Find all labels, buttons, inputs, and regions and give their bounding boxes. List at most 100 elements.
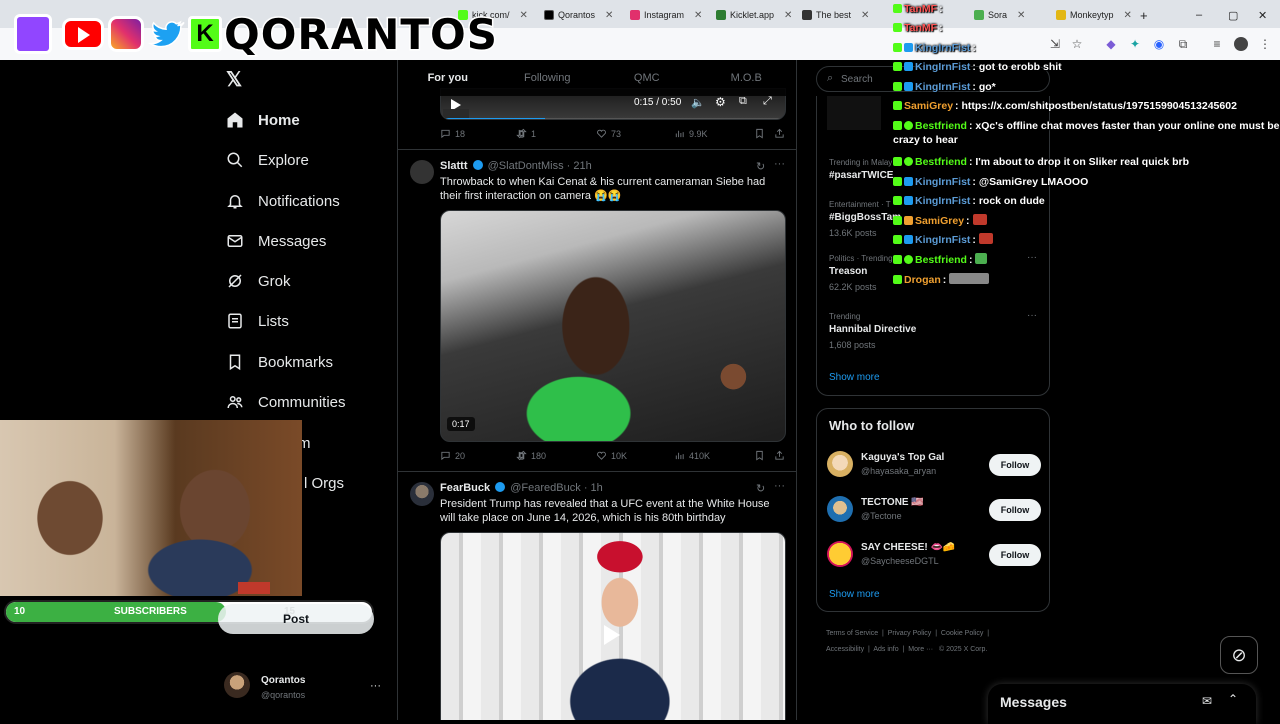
search-input[interactable]: Search bbox=[841, 74, 873, 85]
post-video[interactable] bbox=[440, 532, 786, 720]
tab-following[interactable]: Following bbox=[498, 60, 598, 96]
post-header: FearBuck @FearedBuck · 1h bbox=[440, 482, 603, 494]
like-button[interactable]: 73 bbox=[596, 128, 621, 139]
reply-button[interactable]: 20 bbox=[440, 450, 465, 461]
emote-icon bbox=[975, 253, 988, 264]
footer-link[interactable]: Terms of Service bbox=[826, 630, 878, 637]
repost-button[interactable]: 1 bbox=[516, 128, 536, 139]
new-message-icon[interactable]: ✉ bbox=[1202, 694, 1212, 708]
account-more-icon[interactable]: ··· bbox=[370, 680, 381, 692]
sub-badge-icon bbox=[904, 235, 913, 244]
suggestion-avatar[interactable] bbox=[827, 541, 853, 567]
follow-button[interactable]: Follow bbox=[989, 499, 1041, 521]
share-button[interactable] bbox=[774, 450, 785, 461]
more-icon[interactable]: ··· bbox=[774, 158, 785, 170]
trend-name[interactable]: #pasarTWICE bbox=[829, 170, 893, 181]
views-button[interactable]: 9.9K bbox=[674, 128, 708, 139]
bookmark-button[interactable] bbox=[754, 450, 765, 461]
author-name[interactable]: FearBuck bbox=[440, 482, 490, 494]
show-more-link[interactable]: Show more bbox=[829, 589, 880, 600]
close-icon[interactable]: ✕ bbox=[861, 10, 869, 21]
nav-messages[interactable]: Messages bbox=[226, 223, 326, 259]
author-avatar[interactable] bbox=[410, 482, 434, 506]
follow-button[interactable]: Follow bbox=[989, 544, 1041, 566]
messages-drawer[interactable]: Messages ✉ ⌃ bbox=[988, 684, 1256, 724]
footer-link[interactable]: Accessibility bbox=[826, 646, 864, 653]
follow-suggestion[interactable]: TECTONE 🇺🇸 @Tectone Follow bbox=[827, 494, 1041, 528]
volume-icon[interactable]: 🔈 bbox=[691, 96, 705, 109]
suggestion-name[interactable]: Kaguya's Top Gal bbox=[861, 452, 944, 463]
browser-tab[interactable]: Kicklet.app ✕ bbox=[710, 4, 794, 26]
suggestion-name[interactable]: SAY CHEESE! 👄🧀 bbox=[861, 542, 955, 553]
more-icon[interactable]: ··· bbox=[1027, 310, 1037, 321]
pip-icon[interactable]: ⧉ bbox=[739, 95, 747, 108]
views-button[interactable]: 410K bbox=[674, 450, 710, 461]
bookmark-button[interactable] bbox=[754, 128, 765, 139]
close-icon[interactable]: ✕ bbox=[694, 10, 702, 21]
trend-name[interactable]: Hannibal Directive bbox=[829, 324, 916, 335]
account-avatar[interactable] bbox=[224, 672, 250, 698]
repost-button[interactable]: 180 bbox=[516, 450, 546, 461]
follow-suggestion[interactable]: SAY CHEESE! 👄🧀 @SaycheeseDGTL Follow bbox=[827, 539, 1041, 573]
post[interactable]: Slattt @SlatDontMiss · 21h ↻ ··· Throwba… bbox=[398, 150, 796, 472]
kick-badge-icon bbox=[893, 157, 902, 166]
chevron-up-icon[interactable]: ⌃ bbox=[1228, 692, 1238, 706]
trend-name[interactable]: Treason bbox=[829, 266, 867, 277]
nav-notifications[interactable]: Notifications bbox=[226, 183, 340, 219]
footer-link[interactable]: Cookie Policy bbox=[941, 630, 983, 637]
follow-suggestion[interactable]: Kaguya's Top Gal @hayasaka_aryan Follow bbox=[827, 449, 1041, 483]
author-avatar[interactable] bbox=[410, 160, 434, 184]
kick-badge-icon bbox=[893, 275, 902, 284]
chat-message: Drogan: bbox=[893, 273, 1280, 287]
tab-qmc[interactable]: QMC bbox=[597, 60, 697, 96]
nav-bookmarks[interactable]: Bookmarks bbox=[226, 344, 333, 380]
close-icon[interactable]: ✕ bbox=[520, 10, 528, 21]
x-logo-icon[interactable]: 𝕏 bbox=[226, 70, 246, 90]
grok-icon[interactable]: ↻ bbox=[756, 160, 765, 173]
nav-lists[interactable]: Lists bbox=[226, 303, 289, 339]
browser-tab[interactable]: The best ✕ bbox=[796, 4, 880, 26]
trend-category: Trending bbox=[829, 312, 861, 321]
tab-for-you[interactable]: For you bbox=[398, 60, 498, 96]
trend-count: 13.6K posts bbox=[829, 228, 877, 238]
close-icon[interactable]: ✕ bbox=[605, 10, 613, 21]
suggestion-avatar[interactable] bbox=[827, 496, 853, 522]
browser-tab[interactable]: Instagram ✕ bbox=[624, 4, 708, 26]
close-icon[interactable]: ✕ bbox=[784, 10, 792, 21]
repost-icon bbox=[516, 450, 527, 461]
author-name[interactable]: Slattt bbox=[440, 160, 468, 172]
settings-icon[interactable]: ⚙ bbox=[715, 95, 726, 109]
nav-communities[interactable]: Communities bbox=[226, 384, 346, 420]
play-icon[interactable] bbox=[604, 625, 620, 645]
suggestion-avatar[interactable] bbox=[827, 451, 853, 477]
post[interactable]: FearBuck @FearedBuck · 1h ↻ ··· Presiden… bbox=[398, 472, 796, 720]
emote-icon bbox=[972, 214, 987, 225]
chat-message: Bestfriend: I'm about to drop it on Slik… bbox=[893, 155, 1280, 169]
trend-name[interactable]: #BiggBossTam bbox=[829, 212, 901, 223]
grok-floating-button[interactable]: ⊘ bbox=[1220, 636, 1258, 674]
search-icon: ⌕ bbox=[827, 72, 834, 84]
footer-link[interactable]: Ads info bbox=[873, 646, 898, 653]
home-icon bbox=[227, 112, 243, 128]
post-video[interactable]: 0:17 bbox=[440, 210, 786, 442]
video-time: 0:15 / 0:50 bbox=[634, 97, 682, 108]
nav-home[interactable]: Home bbox=[226, 102, 300, 138]
more-icon[interactable]: ··· bbox=[774, 480, 785, 492]
reply-button[interactable]: 18 bbox=[440, 128, 465, 139]
post-button[interactable]: Post bbox=[218, 604, 374, 634]
follow-button[interactable]: Follow bbox=[989, 454, 1041, 476]
suggestion-name[interactable]: TECTONE 🇺🇸 bbox=[861, 497, 924, 508]
nav-explore[interactable]: Explore bbox=[226, 142, 309, 178]
nav-grok[interactable]: Grok bbox=[226, 263, 291, 299]
browser-tab[interactable]: Qorantos ✕ bbox=[538, 4, 622, 26]
post-header: Slattt @SlatDontMiss · 21h bbox=[440, 160, 592, 172]
share-button[interactable] bbox=[774, 128, 785, 139]
like-button[interactable]: 10K bbox=[596, 450, 627, 461]
show-more-link[interactable]: Show more bbox=[829, 372, 880, 383]
nav-verified-orgs[interactable]: l Orgs bbox=[304, 465, 344, 501]
grok-icon[interactable]: ↻ bbox=[756, 482, 765, 495]
footer-link[interactable]: Privacy Policy bbox=[888, 630, 932, 637]
fullscreen-icon[interactable]: ⤢ bbox=[763, 95, 772, 108]
footer-link[interactable]: More ··· bbox=[908, 646, 933, 653]
tab-mob[interactable]: M.O.B bbox=[697, 60, 797, 96]
